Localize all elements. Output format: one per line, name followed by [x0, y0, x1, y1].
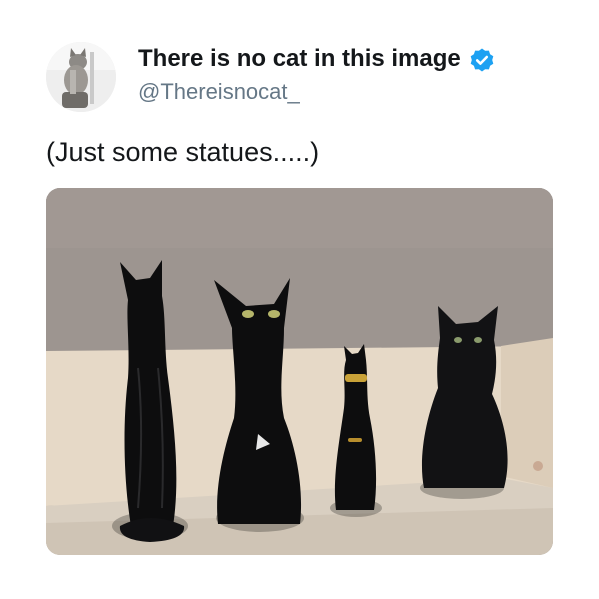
author-handle[interactable]: @Thereisnocat_	[138, 78, 300, 106]
author-display-name[interactable]: There is no cat in this image	[138, 44, 461, 74]
cat-statues-photo	[46, 188, 553, 555]
avatar-cat-photo	[46, 42, 116, 112]
profile-avatar[interactable]	[46, 42, 116, 112]
tweet-photo[interactable]	[46, 188, 553, 555]
tweet-author-row: There is no cat in this image	[138, 44, 495, 74]
verified-badge-icon	[469, 47, 495, 73]
tweet-text: (Just some statues.....)	[46, 137, 320, 167]
